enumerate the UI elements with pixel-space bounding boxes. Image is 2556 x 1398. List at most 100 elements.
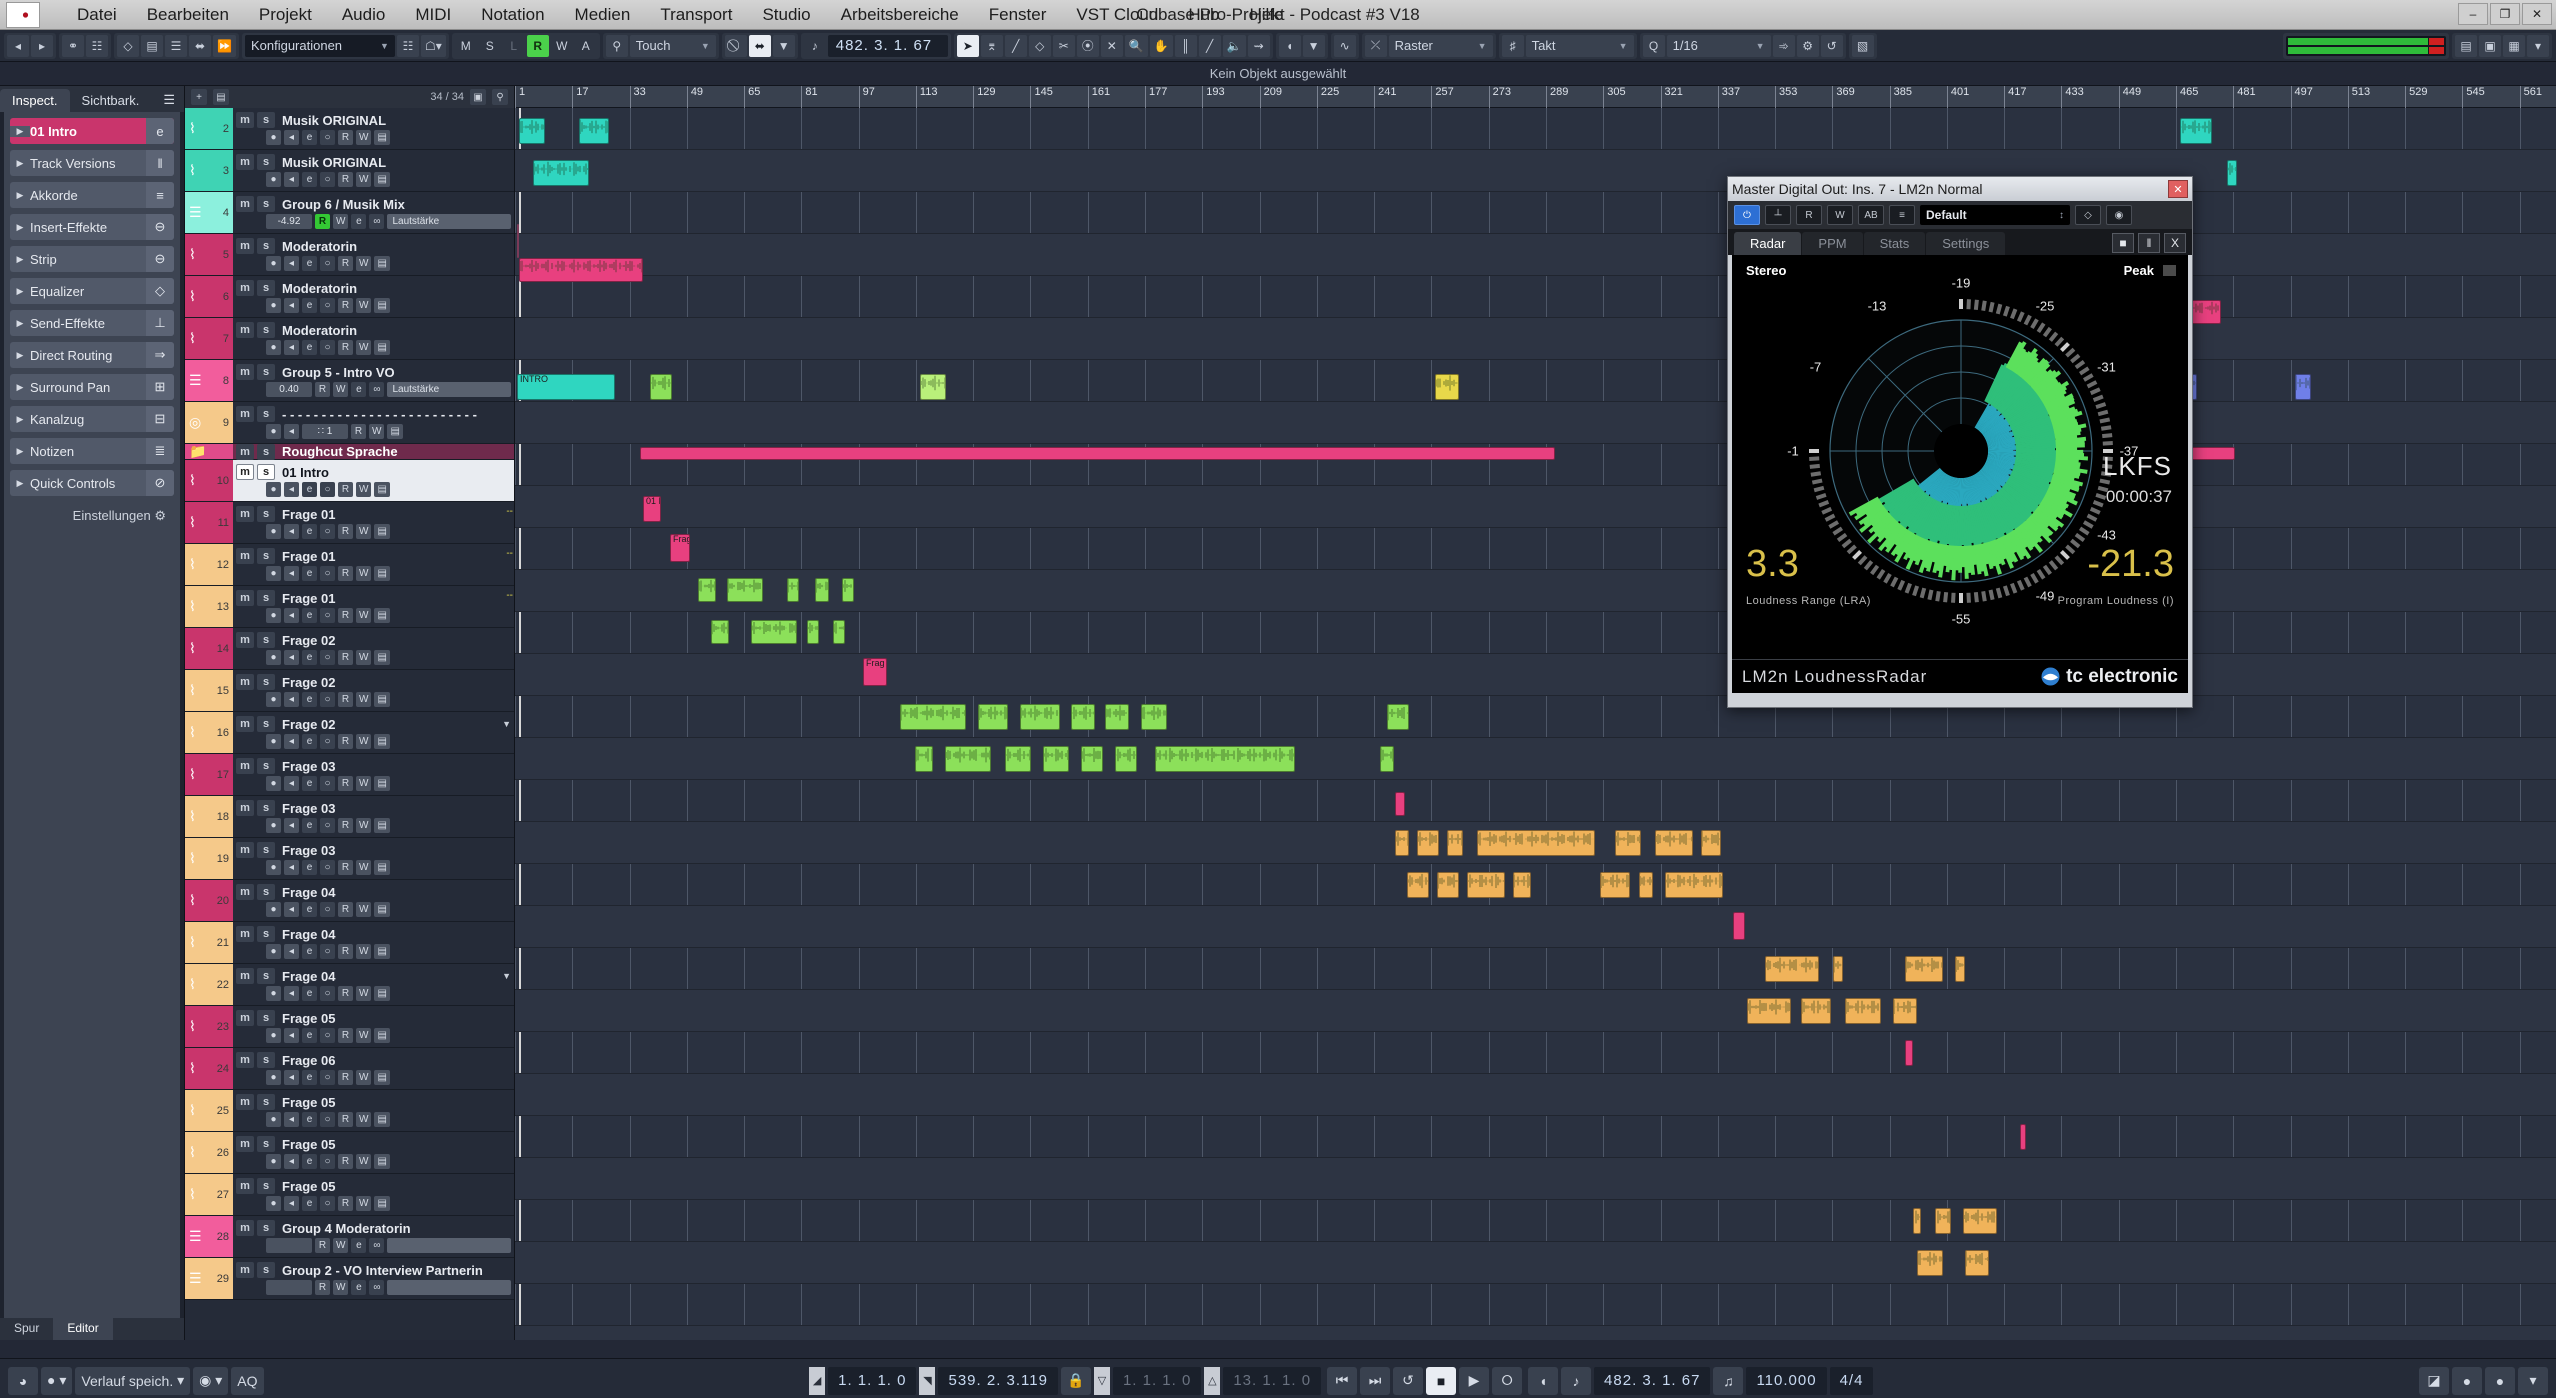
track-row[interactable]: ⌇ 26 m s Frage 05 ● ◂ e ○ R W ▤ (185, 1132, 514, 1174)
track-name[interactable]: Group 2 - VO Interview Partnerin (278, 1263, 511, 1278)
mute-button[interactable]: m (236, 926, 254, 942)
audio-event[interactable] (1600, 872, 1630, 898)
write-automation-button[interactable]: W (356, 943, 372, 959)
stop-button[interactable]: ■ (1426, 1366, 1457, 1395)
audio-event[interactable] (1081, 746, 1103, 772)
comp-tool-icon[interactable]: ⇝ (1247, 34, 1270, 57)
write-automation-button[interactable]: W (333, 381, 349, 397)
edit-channel-button[interactable]: e (302, 1027, 317, 1043)
inspector-section-chords[interactable]: ▶ Akkorde ≡ (10, 182, 174, 208)
draw-tool-icon[interactable]: ╱ (1004, 34, 1027, 57)
audio-event[interactable] (2227, 160, 2237, 186)
monitor-button[interactable]: ◂ (284, 943, 299, 959)
show-mixer-icon[interactable]: ☰ (165, 34, 187, 57)
track-name[interactable]: Moderatorin (278, 239, 511, 254)
link-button[interactable]: ○ (320, 985, 335, 1001)
read-automation-button[interactable]: R (315, 213, 330, 229)
inspector-section-channel[interactable]: ▶ Kanalzug ⊟ (10, 406, 174, 432)
track-lane[interactable] (515, 654, 2556, 696)
track-row[interactable]: ⌇ 2 m s Musik ORIGINAL ● ◂ e ○ R W ▤ (185, 108, 514, 150)
menu-studio[interactable]: Studio (747, 5, 825, 25)
read-automation-button[interactable]: R (338, 985, 353, 1001)
right-locator-flag-icon[interactable]: ◥ (919, 1366, 936, 1395)
tab-inspector[interactable]: Inspect. (0, 89, 70, 112)
audio-event[interactable] (1905, 1040, 1913, 1066)
audio-event[interactable] (2020, 1124, 2026, 1150)
audio-event[interactable] (1141, 704, 1167, 730)
primary-time-display[interactable]: 482. 3. 1. 67 (1594, 1366, 1711, 1395)
bypass-icon[interactable]: ⏻ (1734, 205, 1760, 225)
audio-event[interactable] (2295, 374, 2311, 400)
write-automation-button[interactable]: W (356, 481, 372, 497)
audio-event[interactable] (1701, 830, 1721, 856)
edit-channel-button[interactable]: e (302, 985, 317, 1001)
lane-display-button[interactable]: ▤ (374, 297, 390, 313)
audio-event[interactable] (1615, 830, 1641, 856)
read-automation-button[interactable]: R (338, 607, 353, 623)
track-row[interactable]: ⌇ 21 m s Frage 04 ● ◂ e ○ R W ▤ (185, 922, 514, 964)
track-lane[interactable] (515, 1326, 2556, 1340)
chevron-down-icon[interactable]: ▼ (1302, 34, 1325, 57)
audio-event[interactable] (978, 704, 1008, 730)
read-automation-button[interactable]: R (338, 297, 353, 313)
inspector-section-surround-pan[interactable]: ▶ Surround Pan ⊞ (10, 374, 174, 400)
mute-button[interactable]: m (236, 196, 254, 212)
track-row[interactable]: ⌇ 14 m s Frage 02 ● ◂ e ○ R W ▤ (185, 628, 514, 670)
scissors-tool-icon[interactable]: ✂ (1052, 34, 1075, 57)
add-track-icon[interactable]: + (191, 89, 207, 105)
link-button[interactable]: ○ (320, 481, 335, 497)
inspector-section-track[interactable]: ▶ 01 Intro e (10, 118, 174, 144)
audio-event[interactable]: Frag (863, 658, 887, 686)
read-automation-button[interactable]: R (338, 1195, 353, 1211)
audio-event[interactable] (1833, 956, 1843, 982)
track-lane[interactable] (515, 864, 2556, 906)
preset-list-icon[interactable]: ≡ (1889, 205, 1915, 225)
lane-display-button[interactable]: ▤ (374, 1069, 390, 1085)
lane-display-button[interactable]: ▤ (374, 607, 390, 623)
track-name[interactable]: Frage 04 (278, 927, 511, 942)
track-name[interactable]: Frage 05 (278, 1179, 511, 1194)
read-automation-button[interactable]: R (338, 943, 353, 959)
record-enable-button[interactable]: ● (266, 523, 281, 539)
nudge-icon[interactable]: ⬌ (189, 34, 211, 57)
edit-channel-button[interactable]: e (302, 481, 317, 497)
track-name[interactable]: Frage 01 (278, 507, 511, 522)
track-name[interactable]: Group 6 / Musik Mix (278, 197, 511, 212)
track-row[interactable]: ⌇ 20 m s Frage 04 ● ◂ e ○ R W ▤ (185, 880, 514, 922)
record-enable-button[interactable]: ● (266, 423, 281, 439)
timeline-ruler[interactable]: 1 17 33 49 65 81 97 113 129 145 161 177 193 209 225 241… (515, 86, 2556, 108)
scrub-tool-icon[interactable]: 🔈 (1222, 34, 1246, 57)
inspector-section-equalizer[interactable]: ▶ Equalizer ◇ (10, 278, 174, 304)
lane-display-button[interactable]: ▤ (374, 733, 390, 749)
read-automation-button[interactable]: R (338, 1027, 353, 1043)
audio-event[interactable] (650, 374, 672, 400)
lane-display-button[interactable]: ▤ (374, 255, 390, 271)
read-automation-button[interactable]: R (315, 1237, 330, 1253)
link-button[interactable]: ∞ (369, 381, 385, 397)
audio-event[interactable] (1893, 998, 1917, 1024)
menu-audio[interactable]: Audio (327, 5, 400, 25)
track-name[interactable]: Frage 02 (278, 675, 511, 690)
audio-event[interactable] (1435, 374, 1459, 400)
track-name[interactable]: Frage 06 (278, 1053, 511, 1068)
audio-event[interactable] (1020, 704, 1060, 730)
mute-button[interactable]: m (236, 322, 254, 338)
edit-channel-button[interactable]: e (302, 733, 317, 749)
audio-event[interactable] (698, 578, 716, 602)
preset-stepper-icon[interactable]: ↕ (2059, 210, 2064, 221)
chevron-down-icon[interactable]: ▼ (772, 34, 795, 57)
audio-event[interactable] (1639, 872, 1653, 898)
track-volume-value[interactable]: -4.92 (266, 213, 312, 229)
record-enable-button[interactable]: ● (266, 297, 281, 313)
audio-event[interactable] (1747, 998, 1791, 1024)
write-automation-button[interactable]: W (356, 565, 372, 581)
link-button[interactable]: ○ (320, 901, 335, 917)
menu-midi[interactable]: MIDI (400, 5, 466, 25)
solo-button[interactable]: s (257, 1178, 275, 1194)
link-button[interactable]: ○ (320, 339, 335, 355)
audio-event[interactable] (920, 374, 946, 400)
link-button[interactable]: ○ (320, 1069, 335, 1085)
mute-all-button[interactable]: M (455, 35, 477, 57)
edit-channel-button[interactable]: e (302, 523, 317, 539)
track-row[interactable]: ⌇ 15 m s Frage 02 ● ◂ e ○ R W ▤ (185, 670, 514, 712)
